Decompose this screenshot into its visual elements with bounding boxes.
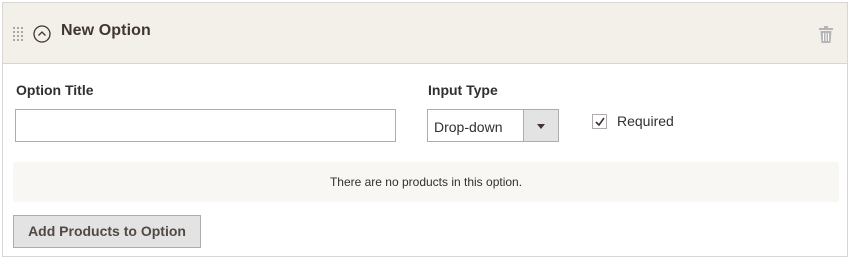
option-title-input[interactable]: [15, 109, 396, 142]
bundle-option-panel: New Option Option Title Input Type Drop-…: [2, 2, 848, 257]
input-type-selected-value: Drop-down: [434, 119, 503, 135]
drag-handle-icon[interactable]: [13, 27, 23, 43]
collapse-circle-up-icon[interactable]: [33, 25, 51, 43]
add-products-to-option-button[interactable]: Add Products to Option: [13, 215, 201, 248]
input-type-label: Input Type: [428, 82, 498, 98]
empty-state-message: There are no products in this option.: [329, 175, 523, 189]
input-type-select[interactable]: Drop-down: [427, 109, 559, 142]
option-header-title: New Option: [61, 22, 151, 39]
trash-icon[interactable]: [819, 26, 833, 43]
required-label[interactable]: Required: [617, 113, 674, 129]
chevron-down-icon[interactable]: [523, 110, 558, 141]
required-checkbox[interactable]: [592, 114, 607, 129]
checkmark-icon: [595, 117, 605, 127]
products-empty-state: There are no products in this option.: [13, 162, 839, 202]
option-header[interactable]: New Option: [3, 3, 847, 64]
option-title-label: Option Title: [16, 82, 94, 98]
